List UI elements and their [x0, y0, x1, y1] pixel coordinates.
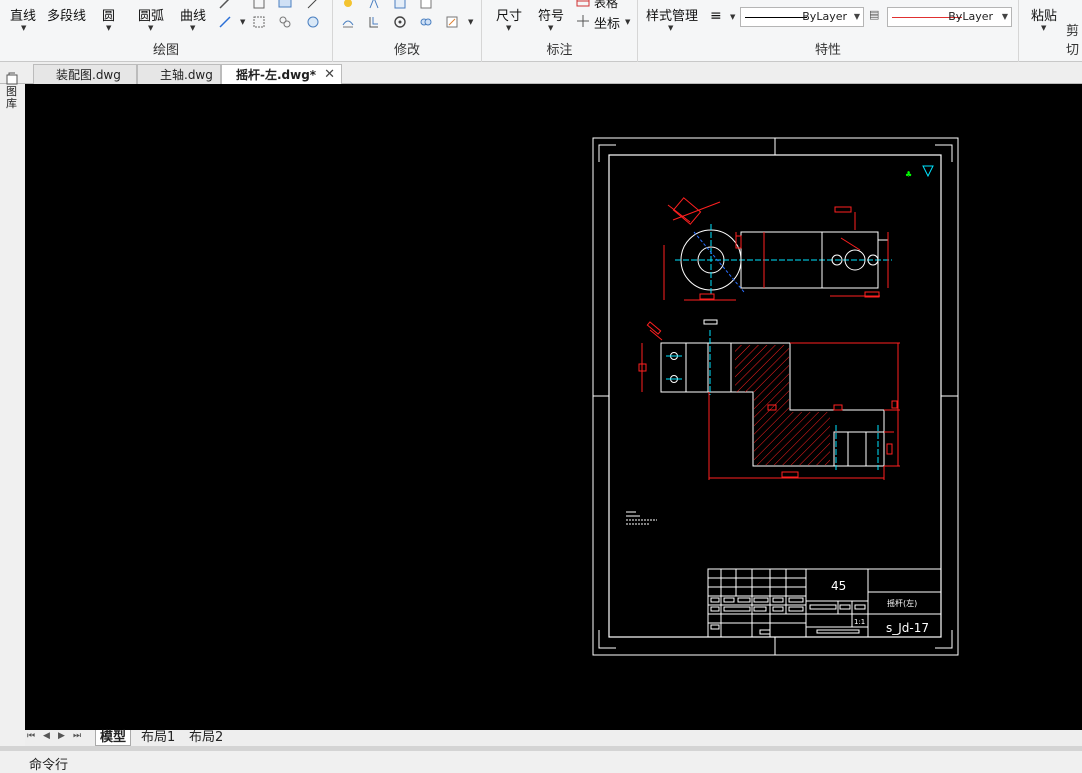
top-view	[663, 197, 892, 301]
scale-text: 1:1	[854, 618, 865, 626]
lineweight-dropdown-icon[interactable]: ▼	[730, 13, 735, 21]
tab-rocker-left[interactable]: 摇杆-左.dwg* ✕	[221, 64, 342, 84]
drawing-number-text: s_Jd-17	[886, 621, 929, 635]
clipboard-panel-title: 剪切	[1065, 24, 1079, 58]
tab-label: 主轴.dwg	[160, 68, 213, 82]
circle-dropdown-icon[interactable]: ▼	[106, 24, 111, 32]
coordinate-button[interactable]: 坐标	[594, 13, 620, 32]
next-layout-icon[interactable]: ▶	[58, 731, 65, 741]
line-dropdown-icon[interactable]: ▼	[21, 24, 26, 32]
arc-tool-button[interactable]: 圆弧	[138, 5, 164, 24]
paste-dropdown-icon[interactable]: ▼	[1041, 24, 1046, 32]
draw-panel: 直线 ▼ 多段线 圆 ▼ 圆弧 ▼ 曲线 ▼ ▼ 绘图	[0, 0, 333, 62]
gradient-icon[interactable]	[306, 15, 320, 29]
linetype-select[interactable]: ByLayer ▼	[740, 7, 864, 27]
properties-panel-title: 特性	[814, 43, 841, 58]
move-icon[interactable]	[341, 0, 355, 10]
tab-label: 摇杆-左.dwg*	[236, 68, 317, 82]
view-marker-cyan	[922, 165, 934, 178]
array-icon[interactable]	[419, 15, 433, 29]
library-tab[interactable]: 图库	[6, 86, 19, 110]
section-label-box	[703, 319, 718, 325]
side-panel-strip: 图库	[0, 72, 25, 730]
copy-icon[interactable]	[367, 0, 381, 10]
document-tabbar: 装配图.dwg 主轴.dwg 摇杆-左.dwg* ✕	[0, 62, 1082, 84]
ray-dropdown-icon[interactable]: ▼	[240, 18, 245, 26]
drawing-canvas[interactable]: ♣ 45 摇杆(左) s_Jd-17 1:1	[25, 84, 1082, 730]
color-icon[interactable]: ▤	[869, 8, 879, 21]
scale-icon[interactable]	[419, 0, 433, 10]
color-value: ByLayer	[948, 10, 993, 23]
drawing-svg[interactable]: ♣ 45 摇杆(左) s_Jd-17 1:1	[25, 84, 1082, 730]
modify-panel: ▼ 修改	[333, 0, 482, 62]
tab-label: 装配图.dwg	[56, 68, 121, 82]
material-text: 45	[831, 579, 846, 593]
view-marker-green: ♣	[905, 170, 912, 179]
pencil-icon[interactable]	[218, 0, 232, 10]
annotate-panel: 尺寸 ▼ 符号 ▼ 表格 坐标 ▼ 标注	[482, 0, 638, 62]
coordinate-icon[interactable]	[576, 14, 590, 28]
linetype-value: ByLayer	[802, 10, 847, 23]
tab-assembly[interactable]: 装配图.dwg	[33, 64, 137, 84]
curve-tool-button[interactable]: 曲线	[180, 5, 206, 24]
polyline-tool-button[interactable]: 多段线	[47, 5, 86, 24]
ribbon: 直线 ▼ 多段线 圆 ▼ 圆弧 ▼ 曲线 ▼ ▼ 绘图 ▼ 修改 尺寸 ▼ 符号	[0, 0, 1082, 62]
table-icon[interactable]	[576, 0, 590, 8]
stretch-icon[interactable]	[393, 0, 407, 10]
linetype-swatch	[745, 17, 807, 18]
arc-dropdown-icon[interactable]: ▼	[148, 24, 153, 32]
tab-spindle[interactable]: 主轴.dwg	[137, 64, 221, 84]
style-manager-button[interactable]: 样式管理	[646, 5, 698, 24]
section-hatch	[735, 345, 830, 465]
draw-panel-title: 绘图	[152, 43, 179, 58]
symbol-button[interactable]: 符号	[538, 5, 564, 24]
ray-icon[interactable]	[218, 15, 232, 29]
mirror-icon[interactable]	[341, 15, 355, 29]
paste-button[interactable]: 粘贴	[1031, 5, 1057, 24]
layout-tabbar: ⏮ ◀ ▶ ⏭ 模型 布局1 布局2	[25, 730, 1082, 746]
tab-model[interactable]: 模型	[95, 730, 132, 746]
offset-icon[interactable]	[367, 15, 381, 29]
line-tool-button[interactable]: 直线	[10, 5, 36, 24]
chevron-down-icon: ▼	[853, 12, 860, 21]
dimension-button[interactable]: 尺寸	[496, 5, 522, 24]
hatch-icon[interactable]	[278, 0, 292, 10]
command-line[interactable]: 命令行	[0, 751, 1082, 773]
annotate-panel-title: 标注	[546, 43, 573, 58]
lineweight-icon[interactable]: ≡	[710, 8, 722, 24]
technical-notes	[626, 511, 657, 525]
close-icon[interactable]: ✕	[324, 65, 335, 85]
modify-panel-title: 修改	[393, 43, 420, 58]
command-line-label: 命令行	[29, 758, 69, 773]
rotate-icon[interactable]	[393, 15, 407, 29]
last-layout-icon[interactable]: ⏭	[73, 731, 81, 741]
blocks-icon[interactable]	[278, 15, 292, 29]
table-button[interactable]: 表格	[594, 0, 618, 11]
circle-tool-button[interactable]: 圆	[102, 5, 115, 24]
library-icon[interactable]	[5, 72, 19, 86]
symbol-dropdown-icon[interactable]: ▼	[548, 24, 553, 32]
dimension-dropdown-icon[interactable]: ▼	[506, 24, 511, 32]
region-icon[interactable]	[252, 15, 266, 29]
prev-layout-icon[interactable]: ◀	[43, 731, 50, 741]
style-manager-dropdown-icon[interactable]: ▼	[668, 24, 673, 32]
tab-layout1[interactable]: 布局1	[137, 730, 179, 746]
color-select[interactable]: ByLayer ▼	[887, 7, 1012, 27]
curve-dropdown-icon[interactable]: ▼	[190, 24, 195, 32]
part-name-text: 摇杆(左)	[887, 598, 917, 608]
rectangle-icon[interactable]	[252, 0, 266, 10]
chevron-down-icon: ▼	[1001, 12, 1008, 21]
clipboard-panel: 粘贴 ▼ 剪切	[1019, 0, 1082, 62]
tab-layout2[interactable]: 布局2	[185, 730, 227, 746]
coordinate-dropdown-icon[interactable]: ▼	[625, 18, 630, 26]
arrow-icon[interactable]	[306, 0, 320, 10]
modify-dropdown-icon[interactable]: ▼	[468, 18, 473, 26]
properties-edit-icon[interactable]	[445, 15, 459, 29]
first-layout-icon[interactable]: ⏮	[27, 731, 35, 741]
properties-panel: 样式管理 ▼ ≡ ▼ ByLayer ▼ ▤ ByLayer ▼ 特性	[638, 0, 1019, 62]
